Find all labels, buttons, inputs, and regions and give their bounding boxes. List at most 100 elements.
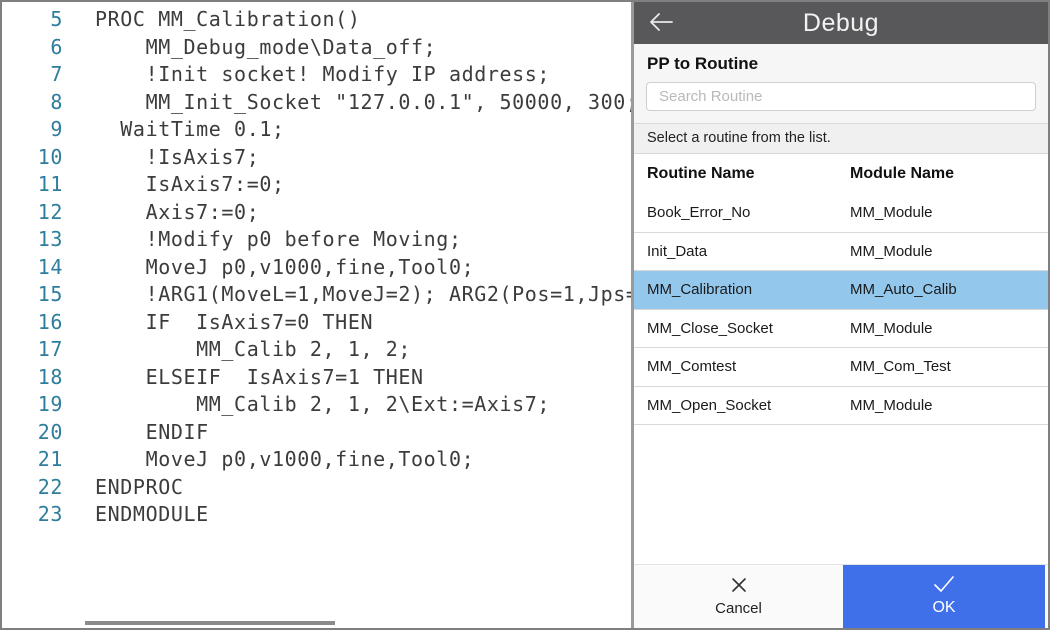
code-line[interactable]: 23 ENDMODULE	[2, 501, 631, 529]
cancel-button[interactable]: Cancel	[634, 565, 843, 628]
line-text: Axis7:=0;	[63, 199, 259, 227]
routine-name-cell: Init_Data	[634, 243, 850, 260]
line-text: MoveJ p0,v1000,fine,Tool0;	[63, 254, 474, 282]
code-line[interactable]: 7 !Init socket! Modify IP address;	[2, 61, 631, 89]
line-number: 19	[2, 391, 63, 419]
app-window: 5 PROC MM_Calibration() 6 MM_Debug_mode\…	[0, 0, 1050, 630]
code-line[interactable]: 11 IsAxis7:=0;	[2, 171, 631, 199]
line-number: 23	[2, 501, 63, 529]
line-number: 16	[2, 309, 63, 337]
line-text: PROC MM_Calibration()	[63, 6, 360, 34]
line-text: IsAxis7:=0;	[63, 171, 285, 199]
line-number: 18	[2, 364, 63, 392]
pp-to-routine-section: PP to Routine	[634, 44, 1048, 123]
line-text: MM_Debug_mode\Data_off;	[63, 34, 436, 62]
routine-row[interactable]: MM_Open_Socket MM_Module	[634, 387, 1048, 426]
line-text: MM_Calib 2, 1, 2;	[63, 336, 411, 364]
code-line[interactable]: 15 !ARG1(MoveL=1,MoveJ=2); ARG2(Pos=1,Jp…	[2, 281, 631, 309]
code-line[interactable]: 22 ENDPROC	[2, 474, 631, 502]
column-header-routine-name: Routine Name	[634, 165, 850, 183]
back-button[interactable]	[646, 10, 676, 36]
code-editor-pane[interactable]: 5 PROC MM_Calibration() 6 MM_Debug_mode\…	[2, 2, 631, 628]
code-line[interactable]: 20 ENDIF	[2, 419, 631, 447]
panel-title: Debug	[803, 9, 879, 38]
module-name-cell: MM_Auto_Calib	[850, 281, 1048, 298]
code-line[interactable]: 19 MM_Calib 2, 1, 2\Ext:=Axis7;	[2, 391, 631, 419]
table-header-row: Routine Name Module Name	[634, 154, 1048, 194]
cancel-label: Cancel	[715, 600, 762, 617]
line-text: IF IsAxis7=0 THEN	[63, 309, 373, 337]
line-number: 8	[2, 89, 63, 117]
line-number: 22	[2, 474, 63, 502]
code-line[interactable]: 21 MoveJ p0,v1000,fine,Tool0;	[2, 446, 631, 474]
code-line[interactable]: 18 ELSEIF IsAxis7=1 THEN	[2, 364, 631, 392]
code-line[interactable]: 13 !Modify p0 before Moving;	[2, 226, 631, 254]
footer-bar: Cancel OK	[634, 564, 1048, 628]
close-icon	[731, 577, 747, 596]
ok-button[interactable]: OK	[843, 565, 1045, 628]
routine-name-cell: MM_Open_Socket	[634, 397, 850, 414]
back-arrow-icon	[648, 12, 674, 35]
line-number: 12	[2, 199, 63, 227]
line-number: 5	[2, 6, 63, 34]
line-number: 15	[2, 281, 63, 309]
routine-row[interactable]: MM_Calibration MM_Auto_Calib	[634, 271, 1048, 310]
search-routine-input[interactable]	[646, 82, 1036, 111]
line-text: ENDMODULE	[63, 501, 209, 529]
routine-row[interactable]: Init_Data MM_Module	[634, 233, 1048, 272]
horizontal-scrollbar-thumb[interactable]	[85, 621, 335, 625]
code-line[interactable]: 6 MM_Debug_mode\Data_off;	[2, 34, 631, 62]
debug-header: Debug	[634, 2, 1048, 44]
code-line[interactable]: 12 Axis7:=0;	[2, 199, 631, 227]
line-number: 14	[2, 254, 63, 282]
routine-name-cell: Book_Error_No	[634, 204, 850, 221]
module-name-cell: MM_Module	[850, 243, 1048, 260]
line-number: 21	[2, 446, 63, 474]
code-line[interactable]: 14 MoveJ p0,v1000,fine,Tool0;	[2, 254, 631, 282]
line-text: !Modify p0 before Moving;	[63, 226, 462, 254]
ok-label: OK	[932, 599, 955, 617]
routine-table: Routine Name Module Name Book_Error_No M…	[634, 154, 1048, 564]
code-line[interactable]: 5 PROC MM_Calibration()	[2, 6, 631, 34]
line-text: !Init socket! Modify IP address;	[63, 61, 550, 89]
code-lines: 5 PROC MM_Calibration() 6 MM_Debug_mode\…	[2, 6, 631, 529]
checkmark-icon	[933, 576, 955, 595]
line-text: !IsAxis7;	[63, 144, 259, 172]
line-text: WaitTime 0.1;	[63, 116, 285, 144]
code-line[interactable]: 9 WaitTime 0.1;	[2, 116, 631, 144]
line-text: ELSEIF IsAxis7=1 THEN	[63, 364, 424, 392]
section-label: PP to Routine	[647, 54, 1036, 74]
module-name-cell: MM_Module	[850, 397, 1048, 414]
line-text: ENDPROC	[63, 474, 184, 502]
module-name-cell: MM_Com_Test	[850, 358, 1048, 375]
line-number: 17	[2, 336, 63, 364]
line-text: MoveJ p0,v1000,fine,Tool0;	[63, 446, 474, 474]
line-number: 13	[2, 226, 63, 254]
line-text: MM_Init_Socket "127.0.0.1", 50000, 300;	[63, 89, 631, 117]
module-name-cell: MM_Module	[850, 204, 1048, 221]
code-line[interactable]: 17 MM_Calib 2, 1, 2;	[2, 336, 631, 364]
debug-panel: Debug PP to Routine Select a routine fro…	[634, 2, 1048, 628]
line-text: MM_Calib 2, 1, 2\Ext:=Axis7;	[63, 391, 550, 419]
routine-name-cell: MM_Close_Socket	[634, 320, 850, 337]
routine-row[interactable]: MM_Close_Socket MM_Module	[634, 310, 1048, 349]
line-text: ENDIF	[63, 419, 209, 447]
routine-name-cell: MM_Comtest	[634, 358, 850, 375]
line-number: 6	[2, 34, 63, 62]
routine-row[interactable]: MM_Comtest MM_Com_Test	[634, 348, 1048, 387]
line-text: !ARG1(MoveL=1,MoveJ=2); ARG2(Pos=1,Jps=2…	[63, 281, 631, 309]
line-number: 10	[2, 144, 63, 172]
module-name-cell: MM_Module	[850, 320, 1048, 337]
line-number: 7	[2, 61, 63, 89]
routine-row[interactable]: Book_Error_No MM_Module	[634, 194, 1048, 233]
code-line[interactable]: 8 MM_Init_Socket "127.0.0.1", 50000, 300…	[2, 89, 631, 117]
line-number: 20	[2, 419, 63, 447]
code-line[interactable]: 16 IF IsAxis7=0 THEN	[2, 309, 631, 337]
routine-name-cell: MM_Calibration	[634, 281, 850, 298]
column-header-module-name: Module Name	[850, 165, 1048, 183]
line-number: 11	[2, 171, 63, 199]
code-line[interactable]: 10 !IsAxis7;	[2, 144, 631, 172]
line-number: 9	[2, 116, 63, 144]
instruction-text: Select a routine from the list.	[634, 123, 1048, 154]
table-rows: Book_Error_No MM_Module Init_Data MM_Mod…	[634, 194, 1048, 425]
